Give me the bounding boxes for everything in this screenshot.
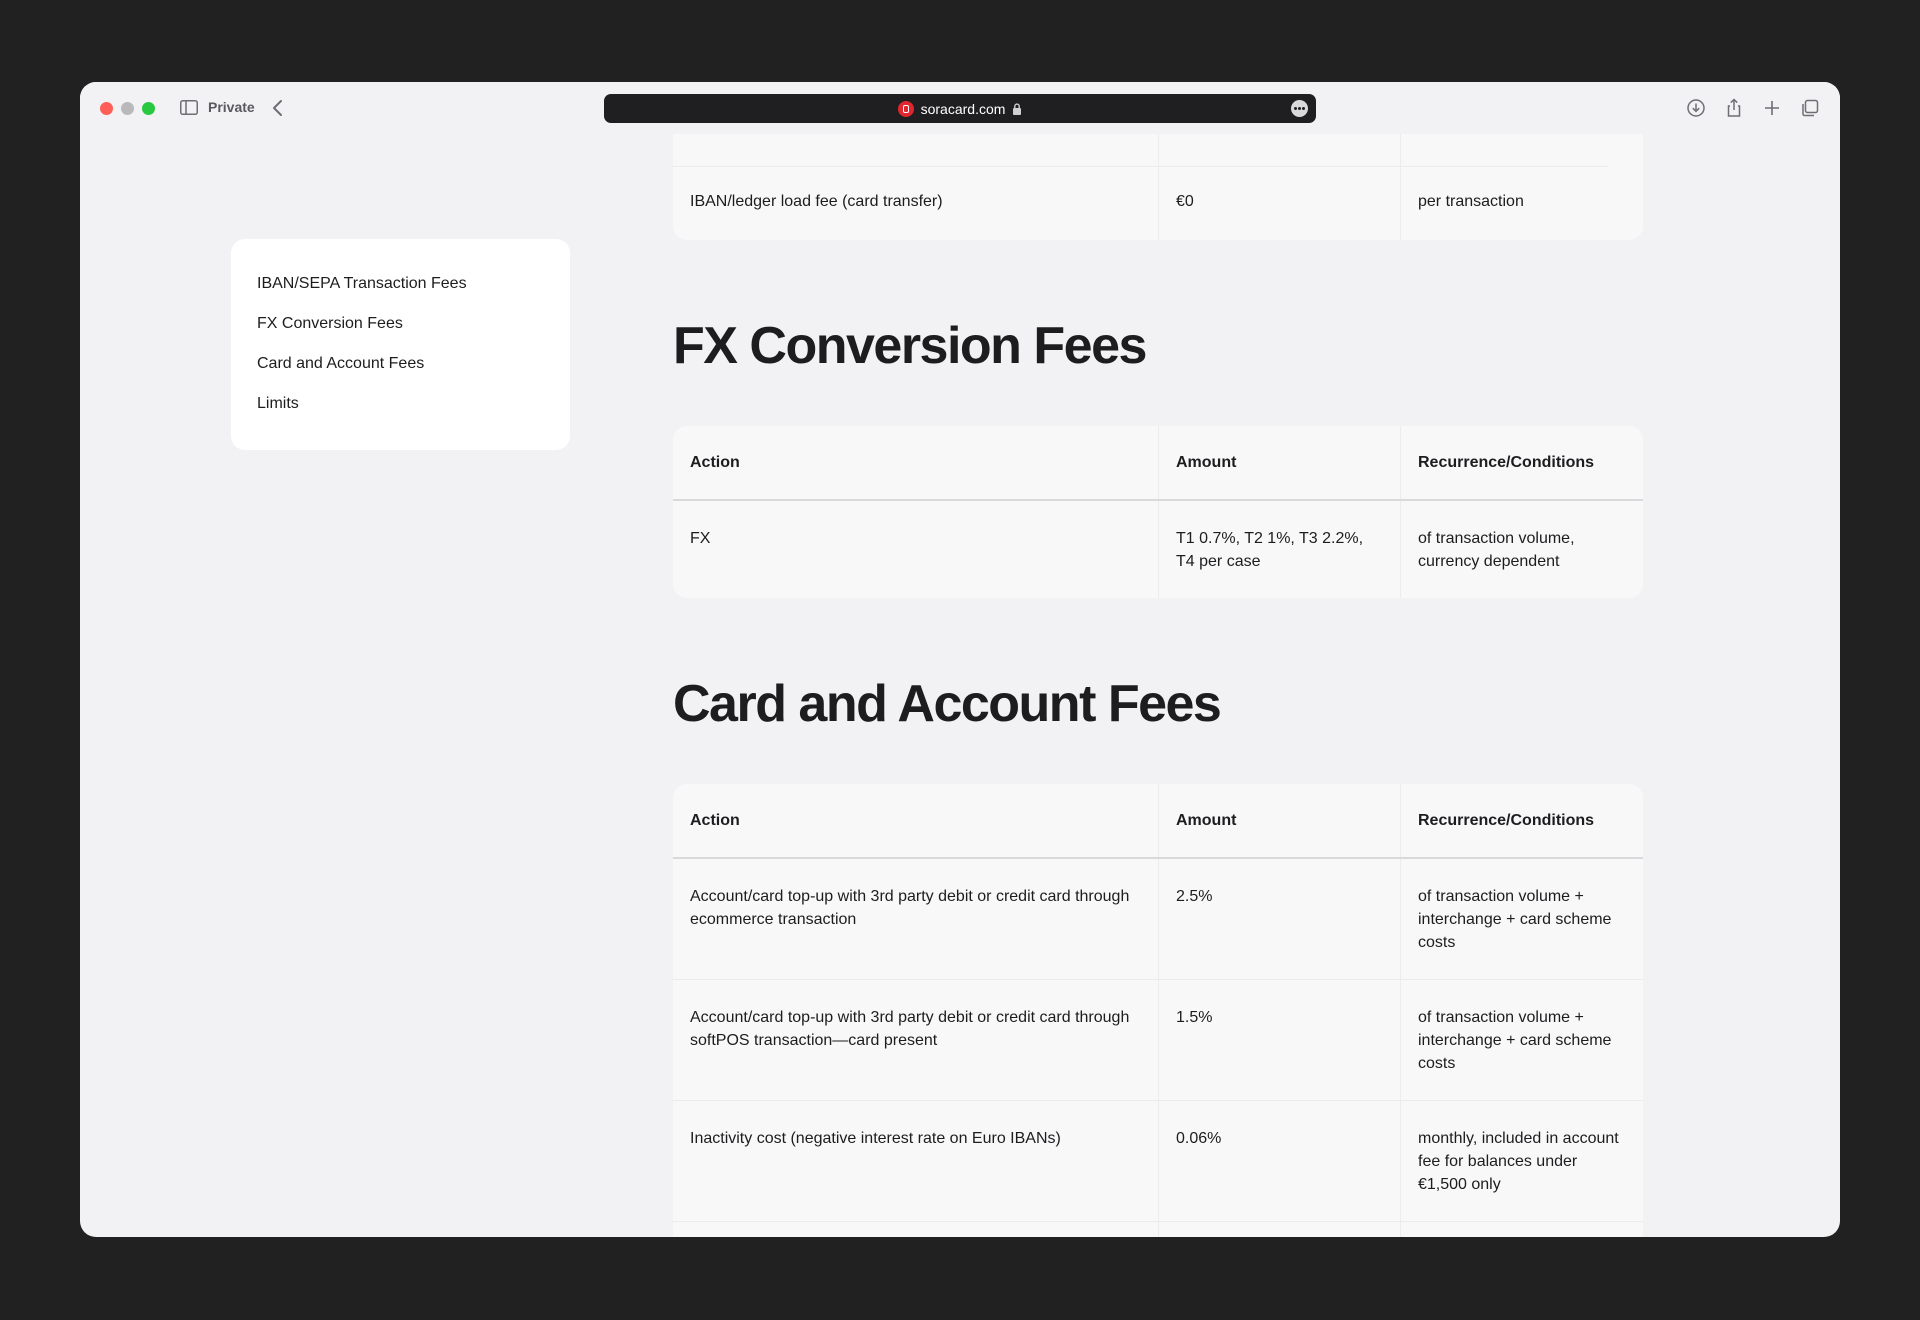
address-bar[interactable]: soracard.com: [604, 94, 1316, 123]
cell-action: FX: [690, 530, 711, 547]
toc-item-card-account-fees[interactable]: Card and Account Fees: [257, 355, 424, 373]
new-tab-icon[interactable]: [1762, 98, 1782, 118]
card-account-section-heading: Card and Account Fees: [673, 675, 1222, 733]
card-account-fees-table: Action Amount Recurrence/Conditions Acco…: [673, 784, 1643, 1237]
table-row: FX T1 0.7%, T2 1%, T3 2.2%, T4 per case …: [673, 501, 1643, 598]
minimize-window-button[interactable]: [121, 102, 134, 115]
sidebar-toggle-icon[interactable]: [180, 100, 198, 115]
toc-item-fx-conversion-fees[interactable]: FX Conversion Fees: [257, 315, 403, 333]
private-mode-label: Private: [208, 99, 255, 115]
table-row: Account/card top-up with 3rd party debit…: [673, 980, 1643, 1100]
table-row: [673, 1222, 1643, 1237]
cell-recurrence: monthly, included in account fee for bal…: [1400, 1101, 1643, 1221]
browser-window: IBAN/ledger load fee (card transfer) €0 …: [80, 82, 1840, 1237]
cell-recurrence: of transaction volume + interchange + ca…: [1400, 980, 1643, 1100]
cell-amount: 2.5%: [1158, 859, 1400, 979]
fx-section-heading: FX Conversion Fees: [673, 317, 1147, 375]
table-row: Account/card top-up with 3rd party debit…: [673, 859, 1643, 979]
table-header-row: Action Amount Recurrence/Conditions: [673, 784, 1643, 859]
cell-action: Account/card top-up with 3rd party debit…: [690, 888, 1130, 928]
page-menu-icon[interactable]: [1291, 100, 1308, 117]
toc-item-iban-sepa-fees[interactable]: IBAN/SEPA Transaction Fees: [257, 275, 467, 293]
close-window-button[interactable]: [100, 102, 113, 115]
cell-amount: 0.06%: [1158, 1101, 1400, 1221]
header-recurrence: Recurrence/Conditions: [1400, 784, 1643, 857]
cell-amount: [1158, 1222, 1400, 1237]
tab-overview-icon[interactable]: [1800, 98, 1820, 118]
table-row: Inactivity cost (negative interest rate …: [673, 1101, 1643, 1221]
header-recurrence: Recurrence/Conditions: [1400, 426, 1643, 499]
site-favicon-icon: [897, 100, 914, 117]
table-of-contents: IBAN/SEPA Transaction Fees FX Conversion…: [231, 239, 570, 450]
cell-action: Inactivity cost (negative interest rate …: [690, 1130, 1061, 1147]
toc-item-limits[interactable]: Limits: [257, 395, 299, 413]
url-text: soracard.com: [920, 100, 1006, 117]
zoom-window-button[interactable]: [142, 102, 155, 115]
table-header-row: Action Amount Recurrence/Conditions: [673, 426, 1643, 501]
cell-recurrence: [1400, 1222, 1643, 1237]
lock-icon: [1013, 102, 1022, 115]
cell-recurrence: of transaction volume, currency dependen…: [1400, 501, 1643, 598]
browser-toolbar: Private soracard.com: [80, 82, 1840, 134]
cell-recurrence: of transaction volume + interchange + ca…: [1400, 859, 1643, 979]
fx-fees-table: Action Amount Recurrence/Conditions FX T…: [673, 426, 1643, 598]
cell-action: IBAN/ledger load fee (card transfer): [690, 193, 943, 210]
header-amount: Amount: [1158, 426, 1400, 499]
cell-action: [673, 1222, 1158, 1237]
header-action: Action: [690, 812, 740, 829]
cell-action: Account/card top-up with 3rd party debit…: [690, 1009, 1130, 1049]
cell-amount: T1 0.7%, T2 1%, T3 2.2%, T4 per case: [1158, 501, 1400, 598]
share-icon[interactable]: [1724, 98, 1744, 118]
header-action: Action: [690, 454, 740, 471]
cell-amount: €0: [1158, 167, 1400, 240]
cell-recurrence: per transaction: [1400, 167, 1643, 240]
downloads-icon[interactable]: [1686, 98, 1706, 118]
table-row: IBAN/ledger load fee (card transfer) €0 …: [673, 167, 1643, 240]
back-icon[interactable]: [272, 99, 284, 117]
header-amount: Amount: [1158, 784, 1400, 857]
cell-amount: 1.5%: [1158, 980, 1400, 1100]
